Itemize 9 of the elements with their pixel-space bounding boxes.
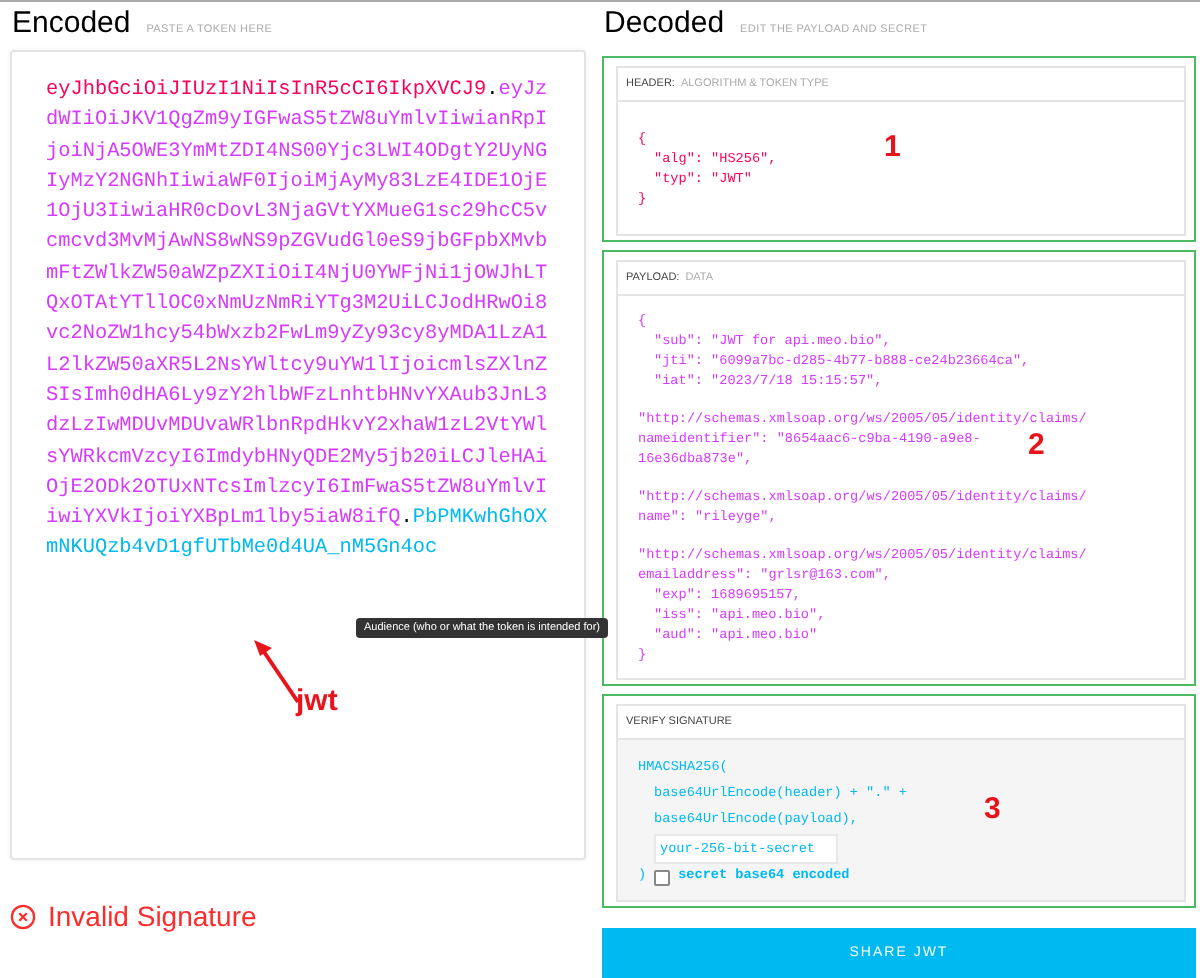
annotation-number: 1 [884,130,901,164]
annotation-number: 3 [984,792,1001,826]
signature-status: Invalid Signature [48,900,257,932]
decoded-title: Decoded [604,4,725,44]
checkbox[interactable] [654,869,671,885]
annotation-label: jwt [296,684,338,718]
annotation-number: 2 [1028,428,1045,462]
encoded-title: Encoded [12,4,131,44]
error-icon [10,903,36,929]
